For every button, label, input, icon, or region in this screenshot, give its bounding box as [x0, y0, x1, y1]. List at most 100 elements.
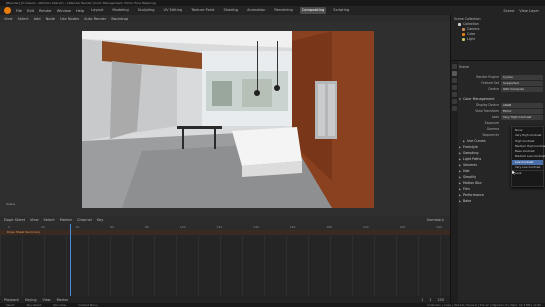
dopesheet-marker-menu[interactable]: Marker — [60, 218, 72, 222]
tab-animation[interactable]: Animation — [245, 7, 267, 14]
tab-sculpting[interactable]: Sculpting — [136, 7, 157, 14]
look-option-very-low-contrast[interactable]: Very Low Contrast — [512, 165, 543, 170]
device-row: Device GPU Compute — [459, 86, 545, 92]
frame-tick: 240 — [436, 225, 442, 229]
node-menu[interactable]: Node — [46, 17, 55, 21]
editor-type-dopesheet[interactable]: Dope Sheet — [4, 218, 25, 222]
outliner-item-light[interactable]: Light — [454, 37, 543, 42]
object-tab-icon[interactable] — [452, 106, 457, 111]
outliner[interactable]: Scene Collection Collection Camera Cube … — [451, 15, 545, 61]
dopesheet-key-menu[interactable]: Key — [97, 218, 104, 222]
collection-icon — [458, 23, 461, 26]
tab-texture-paint[interactable]: Texture Paint — [189, 7, 216, 14]
expand-triangle-icon: ▼ — [459, 97, 461, 101]
device-label: Device — [488, 87, 499, 91]
playback-view-menu[interactable]: View — [43, 298, 51, 302]
frame-tick: 120 — [216, 225, 223, 229]
compositor-viewport[interactable]: Scene — [0, 22, 450, 216]
sequencer-label: Sequencer — [482, 133, 499, 137]
collapse-triangle-icon: ▶ — [459, 193, 461, 197]
view-layer-selector[interactable]: View Layer — [519, 9, 545, 13]
keying-menu[interactable]: Keying — [25, 298, 36, 302]
render-backdrop-image — [82, 31, 374, 208]
end-frame-field[interactable]: 250 — [438, 298, 450, 302]
collapse-triangle-icon: ▶ — [459, 181, 461, 185]
current-frame-field[interactable]: 1 — [421, 298, 423, 302]
render-tab-icon[interactable] — [452, 71, 457, 76]
display-device-dropdown[interactable]: sRGB — [501, 102, 543, 108]
frame-tick: 80 — [145, 225, 149, 229]
select-menu[interactable]: Select — [18, 17, 29, 21]
mesh-icon — [462, 33, 465, 36]
tab-scripting[interactable]: Scripting — [331, 7, 351, 14]
dopesheet-timeline[interactable]: 0 20 40 60 80 100 120 140 160 180 200 22… — [0, 224, 450, 296]
section-label: Film — [463, 187, 470, 191]
status-bar: Select Box Select Pan View Context Menu … — [0, 303, 545, 307]
add-menu[interactable]: Add — [34, 17, 41, 21]
collapse-triangle-icon: ▶ — [459, 187, 461, 191]
status-stats: Collection | Cube | Verts:8 | Faces:6 | … — [427, 303, 541, 307]
menu-help[interactable]: Help — [76, 9, 84, 13]
playback-bar: Playback Keying View Marker 1 1 250 — [0, 296, 450, 303]
start-frame-field[interactable]: 1 — [429, 298, 431, 302]
menu-render[interactable]: Render — [39, 9, 52, 13]
frame-tick: 0 — [8, 225, 10, 229]
section-label: Color Management — [463, 97, 495, 101]
section-label: Sampling — [463, 151, 479, 155]
status-context-hint: Context Menu — [77, 303, 98, 307]
section-label: Volumes — [463, 163, 477, 167]
frame-tick: 220 — [399, 225, 406, 229]
mouse-cursor-icon — [512, 170, 516, 175]
playhead[interactable] — [70, 224, 71, 296]
section-label: Simplify — [463, 175, 477, 179]
dopesheet-channel-menu[interactable]: Channel — [77, 218, 92, 222]
view-transform-label: View Transform — [475, 109, 499, 113]
backdrop-toggle[interactable]: Backdrop — [111, 17, 128, 21]
tool-tab-icon[interactable] — [452, 64, 457, 69]
look-option-medium-low-contrast[interactable]: Medium Low Contrast — [512, 154, 545, 159]
use-nodes-checkbox[interactable]: Use Nodes — [60, 17, 79, 21]
section-label: Use Curves — [467, 139, 486, 143]
tab-rendering[interactable]: Rendering — [272, 7, 294, 14]
dopesheet-view-menu[interactable]: View — [30, 218, 39, 222]
status-select-hint: Select — [6, 303, 15, 307]
menu-edit[interactable]: Edit — [27, 9, 34, 13]
section-label: Bake — [463, 199, 472, 203]
view-layer-tab-icon[interactable] — [452, 85, 457, 90]
render-engine-dropdown[interactable]: Cycles — [501, 74, 543, 80]
status-box-select-hint: Box Select — [26, 303, 42, 307]
look-option-very-high-contrast[interactable]: Very High Contrast — [512, 133, 543, 138]
view-transform-dropdown[interactable]: Filmic — [501, 108, 543, 114]
playback-menu[interactable]: Playback — [4, 298, 19, 302]
menu-window[interactable]: Window — [57, 9, 71, 13]
tab-layout[interactable]: Layout — [89, 7, 105, 14]
output-tab-icon[interactable] — [452, 78, 457, 83]
compositor-header: View Select Add Node Use Nodes Auto Rend… — [0, 15, 450, 22]
menu-file[interactable]: File — [16, 9, 22, 13]
world-tab-icon[interactable] — [452, 99, 457, 104]
tab-uv-editing[interactable]: UV Editing — [162, 7, 185, 14]
feature-set-dropdown[interactable]: Supported — [501, 80, 543, 86]
playback-marker-menu[interactable]: Marker — [57, 298, 69, 302]
auto-render-checkbox[interactable]: Auto Render — [84, 17, 106, 21]
scene-tab-icon[interactable] — [452, 92, 457, 97]
device-dropdown[interactable]: GPU Compute — [501, 86, 543, 92]
collapse-triangle-icon: ▶ — [459, 145, 461, 149]
section-label: Hair — [463, 169, 470, 173]
frame-tick: 200 — [362, 225, 369, 229]
section-label: Freestyle — [463, 145, 478, 149]
scene-selector[interactable]: Scene — [503, 9, 514, 13]
section-bake[interactable]: ▶ Bake — [459, 198, 545, 204]
light-icon — [462, 38, 465, 41]
look-label: Look — [491, 115, 499, 119]
view-menu[interactable]: View — [4, 17, 13, 21]
frame-tick: 40 — [75, 225, 80, 229]
dopesheet-header: Dope Sheet View Select Marker Channel Ke… — [0, 216, 450, 224]
tab-shading[interactable]: Shading — [221, 7, 240, 14]
dopesheet-mode-dropdown[interactable]: Summary — [427, 218, 450, 222]
look-dropdown[interactable]: Very High Contrast — [501, 114, 543, 120]
blender-logo-icon[interactable] — [4, 7, 11, 14]
tab-modeling[interactable]: Modeling — [110, 7, 130, 14]
dopesheet-select-menu[interactable]: Select — [44, 218, 55, 222]
tab-compositing[interactable]: Compositing — [299, 7, 327, 14]
